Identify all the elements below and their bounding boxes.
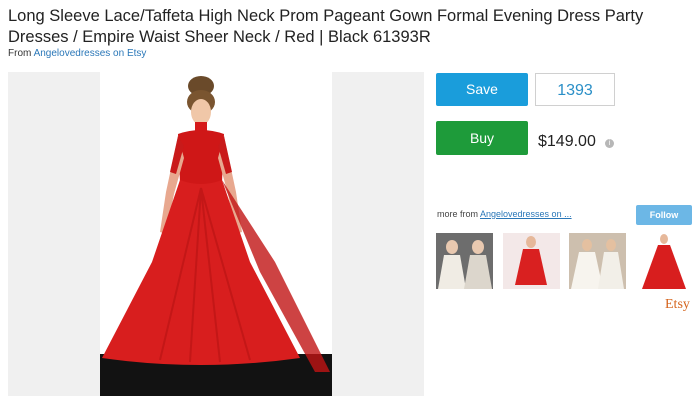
product-image-panel[interactable]	[8, 72, 424, 396]
thumbnail-image	[436, 233, 493, 289]
related-thumbnail[interactable]	[569, 233, 626, 289]
info-icon[interactable]: i	[605, 139, 614, 148]
listing-title: Long Sleeve Lace/Taffeta High Neck Prom …	[8, 7, 644, 46]
more-from-prefix: more from	[437, 209, 481, 219]
more-from-line: more from Angelovedresses on ...	[437, 209, 572, 219]
related-thumbnail[interactable]	[503, 233, 560, 289]
more-shop-link[interactable]: Angelovedresses on ...	[480, 209, 572, 219]
etsy-logo: Etsy	[665, 297, 690, 312]
shop-link[interactable]: Angelovedresses on Etsy	[34, 48, 147, 59]
from-prefix: From	[8, 48, 34, 59]
related-thumbnail[interactable]	[636, 233, 693, 289]
buy-button[interactable]: Buy	[436, 121, 528, 155]
thumbnail-image	[503, 233, 560, 289]
thumbnail-image	[569, 233, 626, 289]
from-line: From Angelovedresses on Etsy	[8, 48, 146, 59]
save-count[interactable]: 1393	[535, 73, 615, 106]
thumbnail-image	[636, 233, 693, 289]
related-thumbnail[interactable]	[436, 233, 493, 289]
follow-button[interactable]: Follow	[636, 205, 692, 225]
save-button[interactable]: Save	[436, 73, 528, 106]
product-image	[100, 72, 332, 396]
price: $149.00	[538, 133, 596, 150]
